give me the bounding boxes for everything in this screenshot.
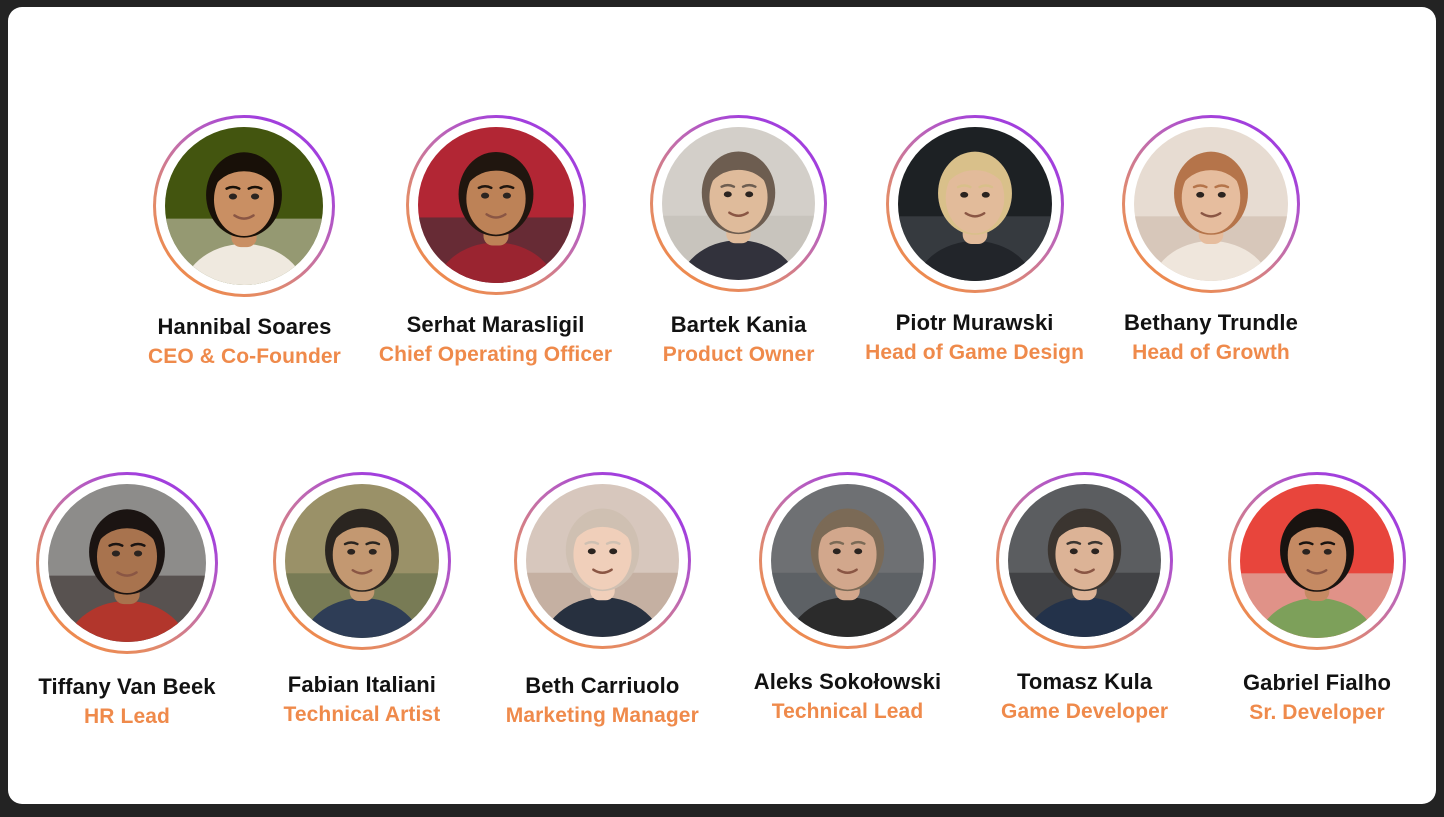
- member-role: Technical Artist: [283, 702, 441, 726]
- member-role: Marketing Manager: [505, 703, 699, 727]
- member-role: Game Developer: [1001, 699, 1169, 723]
- avatar-inner-gap: [761, 475, 933, 646]
- team-member-card[interactable]: Gabriel Fialho Sr. Developer: [1228, 472, 1406, 726]
- avatar-photo: [417, 127, 574, 283]
- team-member-card[interactable]: Beth Carriuolo Marketing Manager: [506, 472, 699, 729]
- avatar-photo: [1008, 484, 1162, 637]
- team-member-card[interactable]: Bartek Kania Product Owner: [650, 115, 828, 368]
- avatar-inner-gap: [888, 118, 1061, 290]
- member-name: Tiffany Van Beek: [38, 674, 216, 699]
- member-role: Technical Lead: [771, 699, 924, 723]
- member-name: Bethany Trundle: [1124, 310, 1298, 335]
- avatar-gradient-ring: [1228, 472, 1406, 650]
- avatar-gradient-ring: [650, 115, 828, 292]
- avatar-photo: [662, 127, 816, 280]
- avatar-inner-gap: [1124, 118, 1297, 290]
- avatar-photo: [165, 127, 324, 285]
- team-member-card[interactable]: Hannibal Soares CEO & Co-Founder: [148, 115, 341, 370]
- team-row-2: Tiffany Van Beek HR Lead Fabian Italiani Te…: [36, 472, 1406, 730]
- member-role: Sr. Developer: [1249, 700, 1385, 724]
- member-name: Gabriel Fialho: [1242, 670, 1392, 695]
- team-member-card[interactable]: Tomasz Kula Game Developer: [996, 472, 1174, 725]
- avatar-gradient-ring: [885, 115, 1064, 293]
- member-name: Beth Carriuolo: [525, 673, 680, 698]
- team-member-card[interactable]: Serhat Marasligil Chief Operating Officer: [379, 115, 612, 368]
- device-frame: Hannibal Soares CEO & Co-Founder Serhat Ma…: [0, 0, 1444, 817]
- avatar-inner-gap: [39, 475, 215, 651]
- avatar-inner-gap: [408, 118, 583, 292]
- team-member-card[interactable]: Tiffany Van Beek HR Lead: [36, 472, 218, 730]
- avatar-inner-gap: [999, 475, 1171, 646]
- avatar-inner-gap: [156, 118, 333, 294]
- avatar-gradient-ring: [996, 472, 1174, 649]
- member-role: Chief Operating Officer: [378, 342, 613, 366]
- avatar-photo: [525, 484, 679, 637]
- team-member-card[interactable]: Aleks Sokołowski Technical Lead: [754, 472, 941, 725]
- avatar-photo: [770, 484, 924, 637]
- avatar-gradient-ring: [153, 115, 336, 297]
- avatar-inner-gap: [275, 475, 448, 647]
- avatar-photo: [1133, 127, 1288, 281]
- avatar-gradient-ring: [513, 472, 691, 649]
- member-name: Bartek Kania: [670, 312, 807, 337]
- member-name: Aleks Sokołowski: [753, 669, 942, 694]
- team-grid: Hannibal Soares CEO & Co-Founder Serhat Ma…: [8, 7, 1436, 804]
- team-member-card[interactable]: Piotr Murawski Head of Game Design: [865, 115, 1084, 366]
- avatar-gradient-ring: [36, 472, 218, 654]
- avatar-gradient-ring: [1121, 115, 1300, 293]
- member-role: Head of Game Design: [865, 340, 1085, 364]
- avatar-photo: [897, 127, 1052, 281]
- member-role: HR Lead: [84, 704, 170, 728]
- avatar-gradient-ring: [272, 472, 451, 650]
- member-role: CEO & Co-Founder: [148, 344, 341, 368]
- avatar-inner-gap: [516, 475, 688, 646]
- avatar-photo: [48, 484, 206, 642]
- team-member-card[interactable]: Fabian Italiani Technical Artist: [272, 472, 451, 728]
- avatar-gradient-ring: [758, 472, 936, 649]
- member-name: Piotr Murawski: [895, 310, 1054, 335]
- member-name: Tomasz Kula: [1017, 669, 1153, 694]
- member-name: Serhat Marasligil: [406, 312, 585, 337]
- member-role: Product Owner: [662, 342, 815, 366]
- avatar-inner-gap: [653, 118, 825, 289]
- avatar-photo: [1240, 484, 1394, 638]
- member-name: Fabian Italiani: [287, 672, 436, 697]
- member-name: Hannibal Soares: [157, 314, 332, 339]
- member-role: Head of Growth: [1132, 340, 1290, 364]
- team-member-card[interactable]: Bethany Trundle Head of Growth: [1121, 115, 1300, 366]
- team-page: Hannibal Soares CEO & Co-Founder Serhat Ma…: [8, 7, 1436, 804]
- team-row-1: Hannibal Soares CEO & Co-Founder Serhat Ma…: [148, 115, 1300, 370]
- avatar-inner-gap: [1231, 475, 1403, 647]
- avatar-photo: [284, 484, 439, 638]
- avatar-gradient-ring: [405, 115, 586, 295]
